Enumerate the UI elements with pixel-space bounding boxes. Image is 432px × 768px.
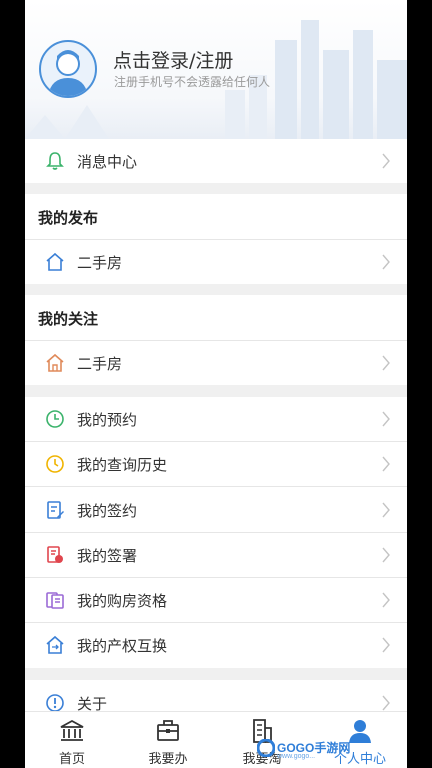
watermark-logo: GOGO手游网 www.gogo... — [255, 735, 385, 763]
property-exchange-label: 我的产权互换 — [77, 637, 168, 655]
login-subtitle: 注册手机号不会透露给任何人 — [114, 75, 271, 89]
clock-icon — [46, 410, 64, 428]
watermark-circle-icon — [257, 739, 275, 757]
chevron-right-icon — [382, 411, 390, 427]
query-history-row[interactable]: 我的查询历史 — [25, 442, 407, 487]
user-avatar-icon — [48, 50, 88, 96]
my-publish-section-title: 我的发布 — [25, 194, 407, 239]
purchase-qualification-row[interactable]: 我的购房资格 — [25, 578, 407, 623]
history-icon — [46, 455, 64, 473]
my-signature-label: 我的签署 — [77, 547, 138, 565]
my-contract-row[interactable]: 我的签约 — [25, 487, 407, 533]
query-history-label: 我的查询历史 — [77, 456, 168, 474]
my-follow-section-title: 我的关注 — [25, 295, 407, 340]
my-follow-title: 我的关注 — [38, 310, 99, 328]
login-register-title[interactable]: 点击登录/注册 — [113, 46, 233, 73]
message-center-row[interactable]: 消息中心 — [25, 139, 407, 183]
house-icon — [46, 252, 64, 271]
bank-building-icon — [60, 719, 84, 741]
sign-edit-icon — [47, 501, 64, 519]
house-exchange-icon — [46, 635, 64, 654]
briefcase-icon — [157, 720, 179, 741]
message-center-label: 消息中心 — [77, 153, 138, 171]
chevron-right-icon — [382, 254, 390, 270]
app-screen: 点击登录/注册 注册手机号不会透露给任何人 消息中心 我的发布 二手房 我的关注… — [25, 0, 407, 768]
appointments-row[interactable]: 我的预约 — [25, 397, 407, 442]
profile-header[interactable]: 点击登录/注册 注册手机号不会透露给任何人 — [25, 0, 407, 139]
publish-second-hand-row[interactable]: 二手房 — [25, 240, 407, 284]
info-icon — [46, 694, 64, 712]
my-publish-title: 我的发布 — [38, 209, 99, 227]
appointments-label: 我的预约 — [77, 411, 138, 429]
bell-icon — [46, 152, 64, 170]
my-signature-row[interactable]: 我的签署 — [25, 533, 407, 578]
tab-home[interactable]: 首页 — [26, 712, 118, 768]
chevron-right-icon — [382, 547, 390, 563]
follow-second-hand-row[interactable]: 二手房 — [25, 341, 407, 385]
tab-handle[interactable]: 我要办 — [122, 712, 214, 768]
document-seal-icon — [47, 546, 63, 563]
my-contract-label: 我的签约 — [77, 502, 138, 520]
chevron-right-icon — [382, 695, 390, 711]
follow-second-hand-label: 二手房 — [77, 355, 123, 373]
watermark-url: www.gogo... — [277, 753, 316, 760]
chevron-right-icon — [382, 355, 390, 371]
tab-handle-label: 我要办 — [148, 752, 188, 767]
chevron-right-icon — [382, 637, 390, 653]
house-icon — [46, 353, 64, 372]
tab-home-label: 首页 — [58, 752, 85, 767]
avatar[interactable] — [39, 40, 97, 98]
purchase-qualification-label: 我的购房资格 — [77, 592, 168, 610]
qualification-icon — [46, 592, 64, 609]
property-exchange-row[interactable]: 我的产权互换 — [25, 623, 407, 668]
publish-second-hand-label: 二手房 — [77, 254, 123, 272]
chevron-right-icon — [382, 502, 390, 518]
chevron-right-icon — [382, 456, 390, 472]
chevron-right-icon — [382, 153, 390, 169]
chevron-right-icon — [382, 592, 390, 608]
